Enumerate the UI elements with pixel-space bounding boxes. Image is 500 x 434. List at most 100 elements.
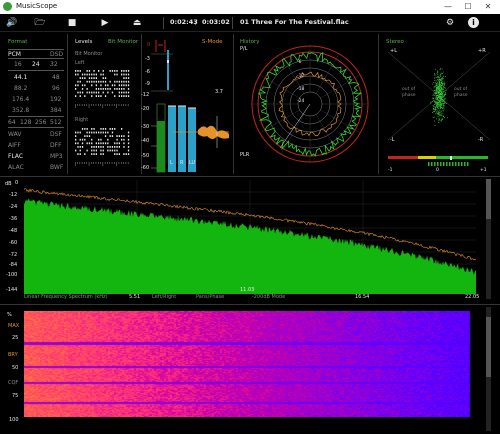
meter-label-r: R	[180, 160, 184, 166]
spectrogram-heatmap	[24, 311, 476, 417]
bitdepth-32: 32	[50, 61, 58, 68]
settings-gear-icon[interactable]: ⚙	[443, 16, 457, 30]
spectrum-db-label: dB	[5, 181, 12, 187]
history-panel: History P/L PLR	[233, 34, 379, 174]
stop-icon[interactable]: ■	[65, 16, 79, 30]
close-button[interactable]: ✕	[478, 0, 498, 14]
dsd-rate-512: 512	[50, 119, 62, 126]
level-scale-12: -12	[141, 92, 150, 98]
rate-192: 192	[50, 96, 62, 103]
spectrum-scrollbar[interactable]	[486, 179, 491, 299]
container-bwf: BWF	[50, 164, 64, 171]
bit-monitor-label: Bit Monitor	[75, 51, 103, 57]
info-icon[interactable]: i	[468, 17, 479, 28]
title-bar: MusicScope — ☐ ✕	[0, 0, 500, 14]
container-dsf: DSF	[50, 131, 62, 138]
app-logo-icon	[3, 2, 12, 11]
spectrum-plot	[24, 180, 476, 294]
rate-96: 96	[52, 85, 60, 92]
history-radar	[251, 45, 369, 163]
container-alac: ALAC	[8, 164, 24, 171]
eject-icon[interactable]: ⏏	[130, 16, 144, 30]
pcm-label: PCM	[8, 51, 21, 58]
spectrogram-scrollbar[interactable]	[486, 307, 491, 431]
spectrum-y-84: -84	[9, 262, 18, 268]
dsd-rate-128: 128	[20, 119, 32, 126]
level-scale-6: -6	[145, 69, 150, 75]
spectrum-y-12: -12	[9, 192, 18, 198]
window-title: MusicScope	[16, 2, 58, 10]
history-plr-label: PLR	[240, 152, 250, 158]
rate-44-1: 44.1	[14, 74, 28, 81]
spectrum-mode-leftright[interactable]: Left/Right	[152, 294, 176, 300]
spectrogram-y-75: 75	[12, 393, 19, 399]
rate-48: 48	[52, 74, 60, 81]
spectrogram-y-pct: %	[7, 312, 12, 318]
corr-max: +1	[480, 168, 487, 173]
toolbar: 🔊 🗁 ■ ▶ ⏏ 0:02:43 / 0:03:02 01 Three For…	[0, 14, 500, 32]
toolbar-divider	[232, 17, 233, 29]
history-ring-24: -24	[297, 99, 305, 104]
level-scale-20: -20	[141, 106, 150, 112]
bitdepth-24: 24	[32, 61, 40, 68]
spectrum-y-24: -24	[9, 204, 18, 210]
bit-monitor-left	[75, 70, 130, 108]
maximize-button[interactable]: ☐	[458, 0, 478, 14]
dsd-rate-256: 256	[35, 119, 47, 126]
container-mp3: MP3	[50, 153, 63, 160]
bit-monitor-tab[interactable]: Bit Monitor	[108, 39, 138, 45]
minimize-button[interactable]: —	[438, 0, 458, 14]
bit-monitor-left-label: Left	[75, 60, 85, 66]
level-scale-50: -50	[141, 153, 150, 159]
spectrogram-y-25: 25	[12, 335, 19, 341]
container-wav: WAV	[8, 131, 22, 138]
rate-176-4: 176.4	[12, 96, 30, 103]
spectrum-y-0: 0	[15, 180, 19, 186]
level-meter	[151, 40, 229, 173]
open-folder-icon[interactable]: 🗁	[33, 16, 47, 30]
spectrogram-panel: % MAX 25 BRY 50 CQF 75 100	[0, 304, 500, 434]
level-scale-40: -40	[141, 138, 150, 144]
spectrum-x-tick-3: 16.54	[355, 294, 370, 300]
spectrum-x-tick-2b: 11.03	[240, 287, 255, 293]
total-duration: 0:03:02	[202, 18, 230, 26]
peak-value: 3.7	[215, 89, 223, 95]
dsd-rate-64: 64	[8, 119, 16, 126]
spectrum-x-tick-1: 5.51	[129, 294, 141, 300]
spectrogram-y-bry: BRY	[8, 352, 18, 358]
spectrum-x-tick-4: 22.05	[465, 294, 480, 300]
history-ring-18: -18	[297, 87, 305, 92]
level-scale-9: -9	[145, 81, 150, 87]
time-separator: /	[195, 18, 198, 26]
toolbar-divider	[163, 17, 164, 29]
level-scale-30: -30	[141, 124, 150, 130]
spectrum-y-36: -36	[9, 216, 18, 222]
spectrum-y-60: -60	[9, 240, 18, 246]
meter-label-lu: LU	[189, 160, 196, 166]
spectrum-mode-200db[interactable]: -200dB Mode	[252, 294, 285, 300]
level-scale-3: -3	[145, 56, 150, 62]
spectrum-y-100: -100	[6, 272, 18, 278]
spectrogram-y-100: 100	[9, 417, 19, 423]
volume-icon[interactable]: 🔊	[5, 16, 19, 30]
play-icon[interactable]: ▶	[98, 16, 112, 30]
levels-tab[interactable]: Levels	[75, 39, 92, 45]
stereo-scope	[388, 52, 490, 140]
bit-monitor-right-label: Right	[75, 117, 89, 123]
s-mode-label[interactable]: S-Mode	[202, 39, 222, 45]
bit-monitor-right	[75, 128, 130, 166]
spectrogram-y-50: 50	[12, 365, 19, 371]
history-ring-12: -12	[297, 74, 305, 79]
spectrum-mode-linear[interactable]: Linear Frequency Spectrum (kHz)	[24, 294, 108, 300]
dsd-label: DSD	[50, 51, 64, 58]
container-flac: FLAC	[8, 153, 24, 160]
spectrogram-y-cqf: CQF	[8, 380, 19, 386]
container-dff: DFF	[50, 142, 62, 149]
level-scale-0: 0	[147, 42, 151, 48]
spectrogram-y-max: MAX	[8, 323, 20, 329]
history-pl-label: P/L	[240, 46, 248, 52]
level-scale-60: -60	[141, 165, 150, 171]
rate-384: 384	[50, 107, 62, 114]
spectrum-mode-panphase[interactable]: Pans/Phase	[196, 294, 224, 300]
spectrum-y-144: -144	[6, 287, 18, 293]
